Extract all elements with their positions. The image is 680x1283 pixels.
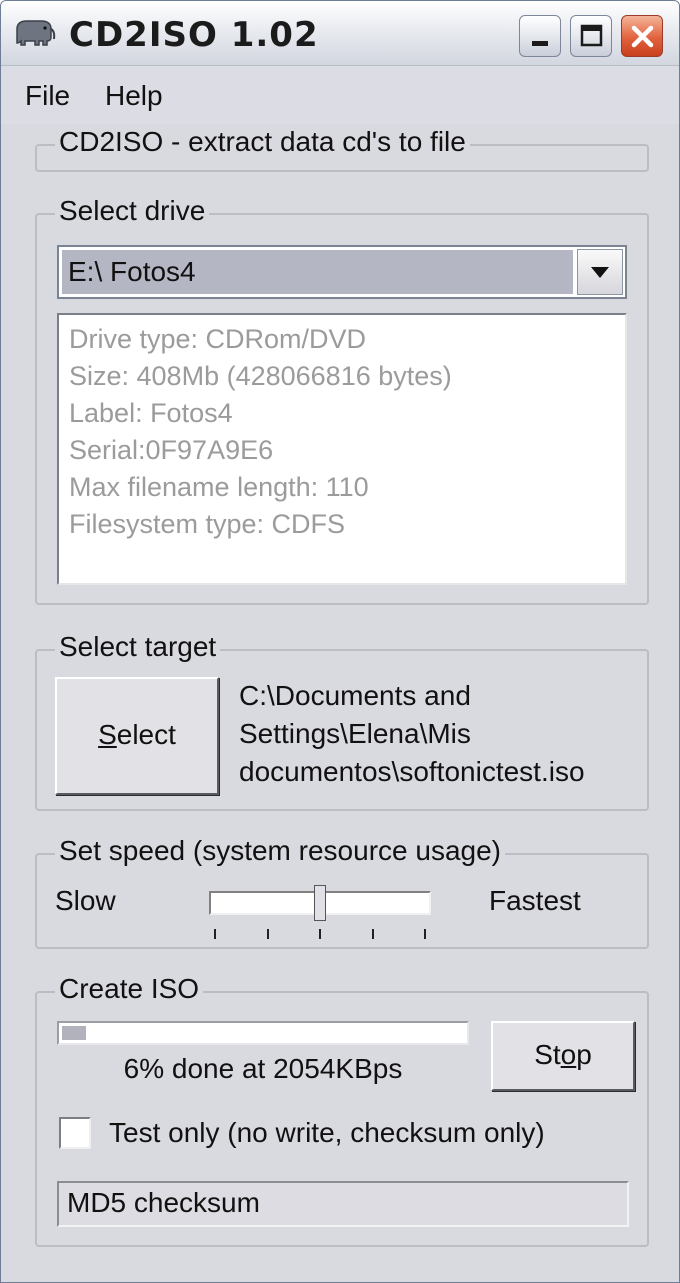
set-speed-group: Set speed (system resource usage) Slow F… [35,835,649,949]
md5-checksum-field[interactable]: MD5 checksum [57,1181,629,1227]
maximize-icon [580,24,603,47]
title-bar[interactable]: CD2ISO 1.02 [1,1,679,66]
select-target-group: Select target Select C:\Documents and Se… [35,631,649,811]
menu-bar: File Help [1,66,679,124]
select-target-label: Select target [55,631,221,663]
target-path-line: Settings\Elena\Mis [239,718,471,749]
speed-slider-thumb[interactable] [314,885,326,921]
create-iso-label: Create ISO [55,973,204,1005]
header-group: CD2ISO - extract data cd's to file [35,126,649,172]
drive-type: Drive type: CDRom/DVD [69,324,367,354]
drive-label: Label: Fotos4 [69,398,233,428]
menu-help[interactable]: Help [105,80,163,112]
progress-fill [62,1026,87,1040]
drive-select[interactable]: E:\ Fotos4 [57,245,627,299]
drive-dropdown-button[interactable] [577,249,623,295]
menu-file[interactable]: File [25,80,70,112]
drive-select-value: E:\ Fotos4 [62,250,573,294]
maximize-button[interactable] [570,15,612,57]
select-drive-label: Select drive [55,195,210,227]
target-path-line: C:\Documents and [239,680,471,711]
minimize-icon [532,41,548,46]
create-iso-group: Create ISO 6% done at 2054KBps Stop Test… [35,973,649,1247]
speed-tick [371,929,374,939]
drive-serial: Serial:0F97A9E6 [69,435,274,465]
cd2iso-window: CD2ISO 1.02 File Help CD2ISO - extract d… [0,0,680,1283]
speed-slow-label: Slow [55,885,116,916]
window-title: CD2ISO 1.02 [69,15,319,55]
drive-filesystem: Filesystem type: CDFS [69,509,346,539]
stop-button[interactable]: Stop [491,1021,635,1091]
set-speed-label: Set speed (system resource usage) [55,835,505,867]
speed-tick [214,929,216,939]
speed-tick [319,929,321,939]
select-target-button[interactable]: Select [55,677,219,795]
close-icon [631,25,654,48]
speed-tick [266,929,269,939]
progress-status: 6% done at 2054KBps [123,1053,403,1084]
test-only-label[interactable]: Test only (no write, checksum only) [109,1117,545,1149]
test-only-checkbox[interactable] [59,1117,91,1149]
target-path: C:\Documents and Settings\Elena\Mis docu… [239,677,639,791]
close-button[interactable] [621,15,663,57]
drive-max-filename: Max filename length: 110 [69,472,369,502]
chevron-down-icon [591,267,609,278]
progress-bar [57,1021,469,1045]
speed-fastest-label: Fastest [489,885,581,916]
target-path-line: documentos\softonictest.iso [239,756,585,787]
header-label: CD2ISO - extract data cd's to file [55,126,470,158]
minimize-button[interactable] [519,15,561,57]
speed-tick [424,929,426,939]
elephant-icon [16,20,56,46]
drive-info-box: Drive type: CDRom/DVD Size: 408Mb (42806… [57,313,627,585]
drive-size: Size: 408Mb (428066816 bytes) [69,361,452,391]
select-drive-group: Select drive E:\ Fotos4 Drive type: CDRo… [35,195,649,605]
